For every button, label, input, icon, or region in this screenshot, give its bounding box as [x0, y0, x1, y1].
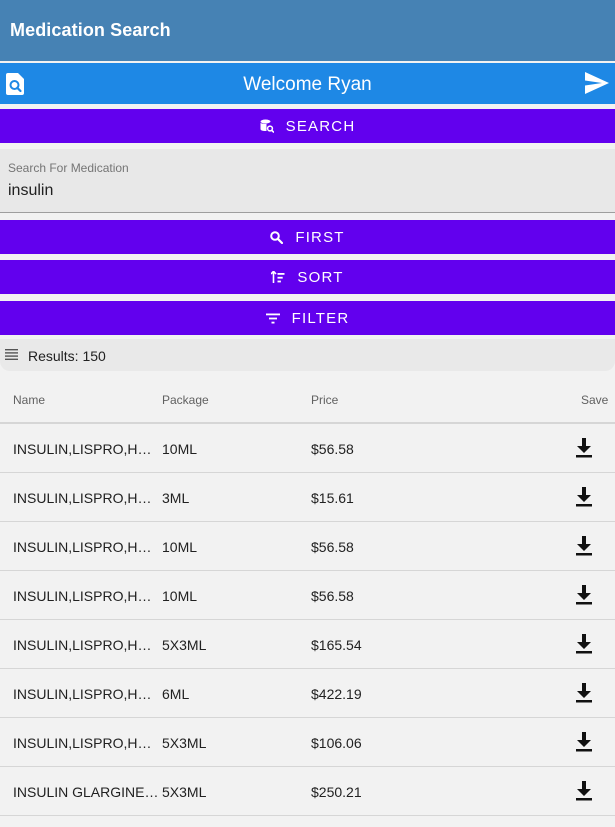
- cell-name: INSULIN,LISPRO,HUMAN: [13, 441, 161, 457]
- cell-name: INSULIN,LISPRO,HUMAN: [13, 490, 161, 506]
- cell-price: $422.19: [311, 686, 362, 702]
- download-icon[interactable]: [575, 781, 593, 801]
- cell-package: 6ML: [162, 686, 190, 702]
- sort-icon: [271, 270, 285, 283]
- cell-package: 10ML: [162, 588, 198, 604]
- table-row[interactable]: INSULIN,LISPRO,HUMAN 10ML $56.58: [0, 571, 615, 620]
- column-header-save: Save: [581, 393, 609, 407]
- table-row[interactable]: INSULIN,LISPRO,HUMAN 6ML $422.19: [0, 669, 615, 718]
- filter-button-label: FILTER: [291, 309, 350, 327]
- column-header-name[interactable]: Name: [13, 393, 45, 407]
- search-input[interactable]: [8, 182, 588, 200]
- database-search-icon: [260, 119, 274, 133]
- search-icon: [270, 230, 284, 244]
- download-icon[interactable]: [575, 438, 593, 458]
- filter-button[interactable]: FILTER: [0, 301, 615, 335]
- table-row[interactable]: INSULIN,LISPRO,HUMAN 3ML $15.61: [0, 473, 615, 522]
- download-icon[interactable]: [575, 683, 593, 703]
- cell-name: INSULIN GLARGINE,HUMAN: [13, 784, 161, 800]
- cell-name: INSULIN,LISPRO,HUMAN: [13, 735, 161, 751]
- search-button[interactable]: SEARCH: [0, 109, 615, 143]
- download-icon[interactable]: [575, 487, 593, 507]
- cell-price: $56.58: [311, 539, 354, 555]
- cell-name: INSULIN,LISPRO,HUMAN: [13, 539, 161, 555]
- cell-price: $15.61: [311, 490, 354, 506]
- welcome-text: Welcome Ryan: [243, 74, 372, 95]
- app-bar: Medication Search: [0, 0, 615, 61]
- download-icon[interactable]: [575, 536, 593, 556]
- cell-name: INSULIN,LISPRO,HUMAN: [13, 588, 161, 604]
- first-button-label: FIRST: [295, 228, 345, 246]
- first-button[interactable]: FIRST: [0, 220, 615, 254]
- table-header: Name Package Price Save: [0, 372, 615, 424]
- results-bar: Results: 150: [0, 339, 615, 371]
- download-icon[interactable]: [575, 585, 593, 605]
- table-row[interactable]: INSULIN,LISPRO,HUMAN 5X3ML $165.54: [0, 620, 615, 669]
- cell-package: 5X3ML: [162, 637, 207, 653]
- cell-package: 3ML: [162, 490, 190, 506]
- table-row[interactable]: INSULIN,LISPRO,HUMAN 10ML $56.58: [0, 424, 615, 473]
- cell-price: $106.06: [311, 735, 362, 751]
- cell-price: $250.21: [311, 784, 362, 800]
- download-icon[interactable]: [575, 634, 593, 654]
- results-table: INSULIN,LISPRO,HUMAN 10ML $56.58 INSULIN…: [0, 424, 615, 816]
- cell-name: INSULIN,LISPRO,HUMAN: [13, 637, 161, 653]
- cell-price: $56.58: [311, 441, 354, 457]
- search-button-label: SEARCH: [285, 117, 356, 135]
- send-icon[interactable]: [585, 72, 609, 94]
- sort-button-label: SORT: [297, 268, 344, 286]
- cell-package: 5X3ML: [162, 735, 207, 751]
- cell-price: $165.54: [311, 637, 362, 653]
- filter-icon: [265, 313, 280, 323]
- cell-package: 10ML: [162, 441, 198, 457]
- table-row[interactable]: INSULIN,LISPRO,HUMAN 10ML $56.58: [0, 522, 615, 571]
- column-header-package[interactable]: Package: [162, 393, 209, 407]
- cell-name: INSULIN,LISPRO,HUMAN: [13, 686, 161, 702]
- search-field-label: Search For Medication: [8, 161, 129, 175]
- app-title: Medication Search: [10, 20, 171, 40]
- download-icon[interactable]: [575, 732, 593, 752]
- cell-package: 5X3ML: [162, 784, 207, 800]
- results-count: Results: 150: [28, 348, 106, 364]
- column-header-price[interactable]: Price: [311, 393, 338, 407]
- cell-price: $56.58: [311, 588, 354, 604]
- sort-button[interactable]: SORT: [0, 260, 615, 294]
- table-row[interactable]: INSULIN GLARGINE,HUMAN 5X3ML $250.21: [0, 767, 615, 816]
- search-field[interactable]: Search For Medication: [0, 149, 615, 213]
- cell-package: 10ML: [162, 539, 198, 555]
- welcome-bar: Welcome Ryan: [0, 63, 615, 104]
- table-row[interactable]: INSULIN,LISPRO,HUMAN 5X3ML $106.06: [0, 718, 615, 767]
- list-icon: [5, 349, 18, 360]
